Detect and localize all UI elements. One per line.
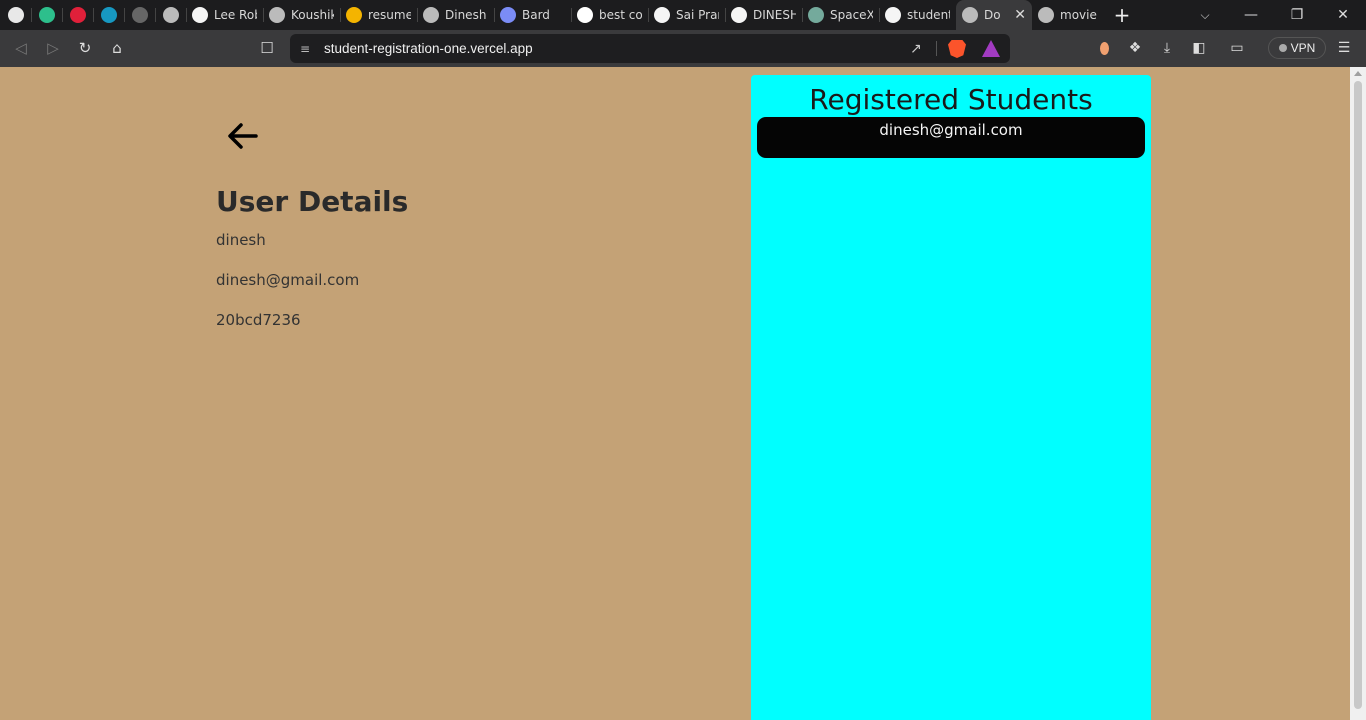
forward-button[interactable]: ▷ bbox=[40, 36, 66, 60]
wallet-icon[interactable]: ▭ bbox=[1224, 36, 1250, 60]
downloads-icon[interactable]: ⤓ bbox=[1154, 36, 1180, 60]
tab-title: Sai Pran bbox=[676, 8, 719, 22]
close-window-button[interactable]: ✕ bbox=[1320, 0, 1366, 30]
menu-hamburger-icon[interactable]: ☰ bbox=[1331, 36, 1357, 60]
extension-dot-icon[interactable] bbox=[1091, 36, 1117, 60]
tab-title: movie bbox=[1060, 8, 1097, 22]
browser-tab[interactable]: Bard bbox=[494, 0, 571, 30]
browser-tab[interactable]: Do ✕ bbox=[956, 0, 1032, 30]
browser-tab[interactable]: student bbox=[879, 0, 956, 30]
scroll-thumb[interactable] bbox=[1354, 81, 1362, 709]
user-details-heading: User Details bbox=[216, 185, 409, 218]
site-info-icon[interactable]: ≡ bbox=[300, 42, 310, 56]
window-controls: — ❐ ✕ bbox=[1228, 0, 1366, 30]
url-divider bbox=[936, 41, 937, 56]
browser-tab[interactable]: SpaceX bbox=[802, 0, 879, 30]
browser-tab[interactable] bbox=[62, 0, 93, 30]
browser-tab[interactable]: Lee Rob bbox=[186, 0, 263, 30]
google-icon bbox=[577, 7, 593, 23]
leerob-logo-icon bbox=[192, 7, 208, 23]
student-card[interactable]: dinesh@gmail.com bbox=[757, 117, 1145, 158]
brave-rewards-icon[interactable] bbox=[982, 40, 1000, 57]
registered-students-panel: Registered Students dinesh@gmail.com bbox=[751, 75, 1151, 720]
salesforce-cloud-icon bbox=[100, 7, 117, 23]
user-name: dinesh bbox=[216, 231, 266, 249]
globe-icon bbox=[269, 7, 285, 23]
page-scrollbar[interactable] bbox=[1350, 67, 1366, 720]
globe-icon bbox=[162, 7, 179, 23]
user-id: 20bcd7236 bbox=[216, 311, 301, 329]
browser-tab[interactable]: Dinesh bbox=[417, 0, 494, 30]
browser-tab[interactable]: DINESH bbox=[725, 0, 802, 30]
globe-icon bbox=[962, 7, 978, 23]
new-tab-button[interactable]: + bbox=[1110, 0, 1134, 30]
restore-button[interactable]: ❐ bbox=[1274, 0, 1320, 30]
tab-title: Lee Rob bbox=[214, 8, 257, 22]
browser-toolbar: ◁ ▷ ↻ ⌂ ☐ ≡ student-registration-one.ver… bbox=[0, 30, 1366, 67]
reload-icon[interactable]: ↻ bbox=[72, 36, 98, 60]
tab-list-chevron-icon[interactable]: ⌵ bbox=[1194, 0, 1216, 30]
vpn-button[interactable]: VPN bbox=[1268, 37, 1326, 59]
tab-title: DINESH bbox=[753, 8, 796, 22]
browser-tab[interactable] bbox=[93, 0, 124, 30]
browser-tab[interactable]: resume bbox=[340, 0, 417, 30]
back-button[interactable]: ◁ bbox=[8, 36, 34, 60]
tabs-container: Lee Rob Koushik resume Dinesh Bard best co Sai… bbox=[0, 0, 1109, 30]
close-tab-icon[interactable]: ✕ bbox=[1014, 7, 1026, 23]
chatgpt-icon bbox=[808, 7, 824, 23]
scroll-up-arrow-icon[interactable] bbox=[1354, 71, 1362, 76]
wi-logo-icon bbox=[131, 7, 148, 23]
vpn-status-dot-icon bbox=[1278, 44, 1287, 52]
extensions-puzzle-icon[interactable]: ❖ bbox=[1122, 36, 1148, 60]
github-icon bbox=[731, 7, 747, 23]
tab-title: Koushik bbox=[291, 8, 334, 22]
browser-tab[interactable]: Sai Pran bbox=[648, 0, 725, 30]
address-bar[interactable]: ≡ student-registration-one.vercel.app ↗ bbox=[290, 34, 1010, 63]
tab-title: resume bbox=[368, 8, 411, 22]
sidebar-toggle-icon[interactable]: ◧ bbox=[1186, 36, 1212, 60]
page-content: User Details dinesh dinesh@gmail.com 20b… bbox=[0, 67, 1350, 720]
bard-sparkle-icon bbox=[500, 7, 516, 23]
vpn-label: VPN bbox=[1290, 41, 1316, 55]
browser-tab[interactable]: Koushik bbox=[263, 0, 340, 30]
browser-tab[interactable] bbox=[0, 0, 31, 30]
tab-title: SpaceX bbox=[830, 8, 873, 22]
browser-tab[interactable]: best co bbox=[571, 0, 648, 30]
browser-tab[interactable] bbox=[31, 0, 62, 30]
vercel-triangle-icon bbox=[885, 7, 901, 23]
back-arrow-icon[interactable] bbox=[226, 119, 260, 153]
tab-title: student bbox=[907, 8, 950, 22]
browser-tab[interactable] bbox=[124, 0, 155, 30]
tab-title: best co bbox=[599, 8, 642, 22]
vercel-triangle-icon bbox=[654, 7, 670, 23]
browser-tab[interactable]: movie bbox=[1032, 0, 1109, 30]
t-logo-icon bbox=[38, 7, 55, 23]
globe-icon bbox=[1038, 7, 1054, 23]
tab-title: Dinesh bbox=[445, 8, 487, 22]
url-text[interactable]: student-registration-one.vercel.app bbox=[324, 41, 533, 56]
brave-shields-icon[interactable] bbox=[948, 40, 966, 58]
minimize-button[interactable]: — bbox=[1228, 0, 1274, 30]
tuf-logo-icon bbox=[69, 7, 86, 23]
tab-strip: Lee Rob Koushik resume Dinesh Bard best co Sai… bbox=[0, 0, 1366, 30]
globe-icon bbox=[423, 7, 439, 23]
bookmark-icon[interactable]: ☐ bbox=[254, 36, 280, 60]
home-icon[interactable]: ⌂ bbox=[104, 36, 130, 60]
share-icon[interactable]: ↗ bbox=[910, 41, 922, 57]
google-drive-icon bbox=[346, 7, 362, 23]
tab-title: Do bbox=[984, 8, 1001, 22]
registered-students-heading: Registered Students bbox=[809, 83, 1093, 116]
notification-bell-icon bbox=[7, 7, 24, 23]
tab-title: Bard bbox=[522, 8, 550, 22]
browser-tab[interactable] bbox=[155, 0, 186, 30]
user-email: dinesh@gmail.com bbox=[216, 271, 360, 289]
